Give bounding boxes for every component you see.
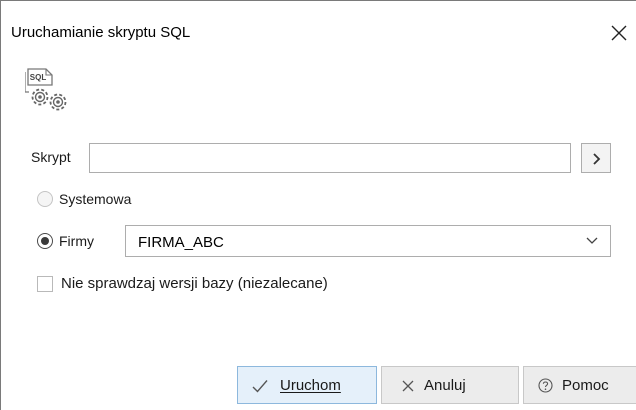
- run-sql-script-dialog: Uruchamianie skryptu SQL SQL Skrypt Syst…: [0, 0, 636, 410]
- sql-script-gears-icon: SQL: [24, 65, 81, 119]
- chevron-right-icon: [593, 153, 601, 165]
- company-db-selected-value: FIRMA_ABC: [138, 234, 224, 251]
- skip-version-check-label: Nie sprawdzaj wersji bazy (niezalecane): [61, 275, 328, 292]
- company-db-radio[interactable]: [37, 233, 53, 249]
- system-db-radio[interactable]: [37, 191, 53, 207]
- close-icon: [402, 380, 414, 392]
- browse-script-button[interactable]: [581, 143, 611, 173]
- sql-icon-text: SQL: [30, 73, 47, 82]
- company-db-select[interactable]: FIRMA_ABC: [125, 225, 611, 257]
- cancel-button[interactable]: Anuluj: [381, 366, 519, 404]
- cancel-button-label: Anuluj: [424, 377, 466, 394]
- run-button[interactable]: Uruchom: [237, 366, 377, 404]
- script-path-input[interactable]: [89, 143, 571, 173]
- skip-version-check-checkbox[interactable]: [37, 276, 53, 292]
- company-db-label: Firmy: [59, 233, 94, 249]
- dialog-title: Uruchamianie skryptu SQL: [11, 24, 191, 41]
- script-label: Skrypt: [31, 149, 71, 165]
- check-icon: [252, 380, 268, 393]
- chevron-down-icon: [586, 237, 598, 244]
- close-icon: [611, 25, 627, 41]
- system-db-label: Systemowa: [59, 191, 132, 207]
- help-button[interactable]: Pomoc: [523, 366, 636, 404]
- close-button[interactable]: [605, 23, 633, 45]
- title-bar: Uruchamianie skryptu SQL: [1, 1, 636, 41]
- help-button-label: Pomoc: [562, 377, 609, 394]
- run-button-label: Uruchom: [280, 377, 341, 394]
- help-icon: [538, 378, 553, 393]
